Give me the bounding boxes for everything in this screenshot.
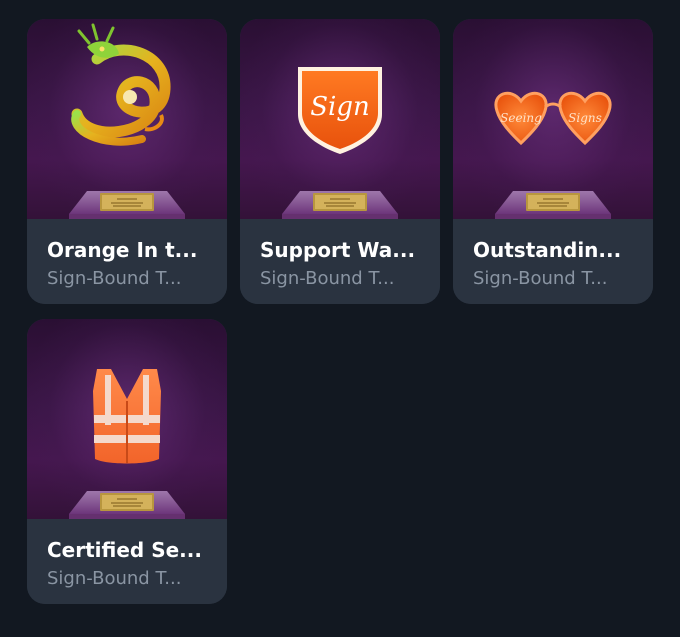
safety-vest-icon: [93, 369, 161, 464]
trophy-subtitle: Sign-Bound T...: [47, 268, 182, 289]
trophy-card-orange[interactable]: Orange In t... Sign-Bound T...: [27, 19, 227, 304]
dragon-icon: [71, 23, 171, 146]
trophy-title: Outstandin...: [473, 238, 622, 262]
trophy-card-support[interactable]: Sign Support Wa... Sign-Bound T...: [240, 19, 440, 304]
trophy-card-footer: Certified Se... Sign-Bound T...: [27, 519, 227, 604]
trophy-card-image: [27, 319, 227, 519]
trophy-title: Support Wa...: [260, 238, 416, 262]
trophy-title: Orange In t...: [47, 238, 198, 262]
trophy-subtitle: Sign-Bound T...: [473, 268, 608, 289]
trophy-title: Certified Se...: [47, 538, 202, 562]
trophy-card-footer: Orange In t... Sign-Bound T...: [27, 219, 227, 304]
trophy-card-image: Sign: [240, 19, 440, 219]
glasses-left-text: Seeing: [500, 111, 542, 125]
trophy-card-footer: Outstandin... Sign-Bound T...: [453, 219, 653, 304]
glasses-right-text: Signs: [568, 111, 602, 125]
trophy-subtitle: Sign-Bound T...: [260, 268, 395, 289]
shield-sign-text: Sign: [310, 92, 370, 122]
trophy-card-image: [27, 19, 227, 219]
trophy-card-footer: Support Wa... Sign-Bound T...: [240, 219, 440, 304]
trophy-grid: Orange In t... Sign-Bound T... Sign Supp…: [0, 0, 680, 637]
trophy-card-outstanding[interactable]: Seeing Signs Outstandin... Sign-Bound T.…: [453, 19, 653, 304]
trophy-card-certified[interactable]: Certified Se... Sign-Bound T...: [27, 319, 227, 604]
trophy-subtitle: Sign-Bound T...: [47, 568, 182, 589]
trophy-card-image: Seeing Signs: [453, 19, 653, 219]
